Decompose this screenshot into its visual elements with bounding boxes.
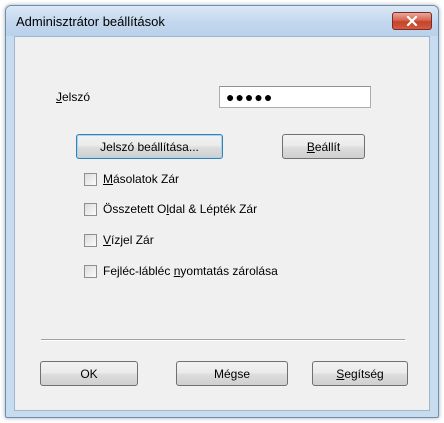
watermark-lock-label: Vízjel Zár: [103, 233, 154, 247]
cancel-button[interactable]: Mégse: [176, 361, 288, 386]
password-field[interactable]: ●●●●●: [219, 86, 371, 108]
title-bar[interactable]: Adminisztrátor beállítások: [6, 6, 438, 36]
copy-lock-checkbox[interactable]: [84, 172, 97, 186]
set-password-button[interactable]: Jelszó beállítása...: [76, 134, 223, 159]
apply-button[interactable]: Beállít: [282, 134, 365, 159]
separator-line: [41, 339, 405, 341]
option-nup-scale-lock[interactable]: Összetett Oldal & Lépték Zár: [84, 201, 257, 217]
ok-button[interactable]: OK: [40, 361, 138, 386]
copy-lock-label: Másolatok Zár: [103, 172, 180, 186]
help-button[interactable]: Segítség: [312, 361, 408, 386]
option-copy-lock[interactable]: Másolatok Zár: [84, 171, 179, 187]
close-button[interactable]: [392, 12, 432, 30]
nup-scale-lock-checkbox[interactable]: [84, 202, 97, 216]
watermark-lock-checkbox[interactable]: [84, 233, 97, 247]
nup-scale-lock-label: Összetett Oldal & Lépték Zár: [103, 202, 258, 216]
dialog-window: Adminisztrátor beállítások Jelszó ●●●●● …: [5, 5, 439, 418]
option-header-footer-lock[interactable]: Fejléc-lábléc nyomtatás zárolása: [84, 263, 278, 279]
password-label: Jelszó: [56, 90, 91, 104]
close-icon: [406, 16, 418, 26]
header-footer-lock-label: Fejléc-lábléc nyomtatás zárolása: [103, 264, 278, 278]
option-watermark-lock[interactable]: Vízjel Zár: [84, 232, 154, 248]
window-title: Adminisztrátor beállítások: [16, 14, 165, 29]
header-footer-lock-checkbox[interactable]: [84, 264, 97, 278]
dialog-content: Jelszó ●●●●● Jelszó beállítása... Beállí…: [14, 36, 430, 411]
